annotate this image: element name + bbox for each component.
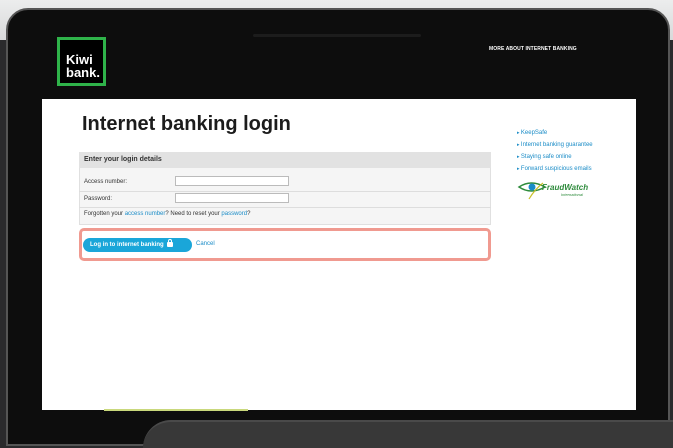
password-row: Password: [79, 191, 491, 207]
forgot-suffix: ? [247, 211, 251, 217]
login-button[interactable]: Log in to internet banking [83, 238, 192, 252]
forgot-text: Forgotten your access number? Need to re… [84, 211, 250, 217]
laptop-camera-bar [253, 34, 421, 37]
lock-icon [166, 239, 173, 247]
sidebar-link-staying-safe[interactable]: Staying safe online [517, 151, 593, 163]
login-panel-header: Enter your login details [79, 152, 491, 168]
more-about-internet-banking-link[interactable]: MORE ABOUT INTERNET BANKING [489, 46, 577, 52]
password-link[interactable]: password [221, 211, 247, 217]
access-number-input[interactable] [175, 176, 289, 186]
access-number-link[interactable]: access number [125, 211, 166, 217]
fraudwatch-sub: International [561, 192, 584, 197]
fraudwatch-name: FraudWatch [542, 183, 589, 192]
access-number-label: Access number: [84, 179, 128, 185]
row-divider [79, 207, 491, 208]
forgot-mid: ? Need to reset your [165, 211, 222, 217]
page-title: Internet banking login [82, 113, 291, 135]
sidebar-link-keepsafe[interactable]: KeepSafe [517, 127, 593, 139]
screen-edge-strip [104, 409, 248, 411]
password-input[interactable] [175, 193, 289, 203]
access-number-row: Access number: [79, 174, 491, 190]
sidebar-link-guarantee[interactable]: Internet banking guarantee [517, 139, 593, 151]
forgot-prefix: Forgotten your [84, 211, 125, 217]
cancel-link[interactable]: Cancel [196, 241, 215, 247]
kiwibank-logo[interactable]: Kiwi bank. [57, 37, 106, 86]
sidebar-link-suspicious-emails[interactable]: Forward suspicious emails [517, 163, 593, 175]
sidebar-links: KeepSafe Internet banking guarantee Stay… [517, 127, 593, 175]
logo-text: Kiwi bank. [66, 52, 100, 80]
login-button-label: Log in to internet banking [90, 242, 164, 248]
password-label: Password: [84, 196, 113, 202]
laptop-base [143, 420, 673, 448]
